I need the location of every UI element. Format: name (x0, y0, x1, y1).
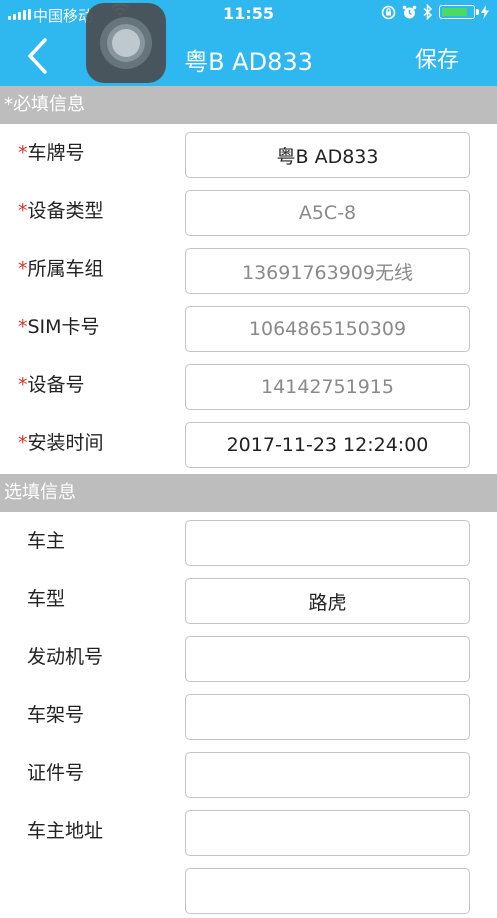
alarm-icon (402, 5, 417, 18)
status-icons (381, 4, 489, 20)
status-bar: 中国移动 11:55 (0, 0, 497, 28)
required-marker: * (18, 316, 28, 338)
required-field-row: *车牌号 粤B AD833 (0, 124, 497, 182)
field-label-text: 设备号 (27, 374, 85, 396)
optional-section-header: 选填信息 (0, 474, 497, 512)
field-input[interactable]: 1064865150309 (185, 306, 470, 352)
required-field-row: *设备类型 A5C-8 (0, 182, 497, 240)
optional-field-row: 车型 路虎 (0, 570, 497, 628)
field-label-text: 所属车组 (27, 258, 104, 280)
field-value: 路虎 (308, 591, 347, 614)
field-input[interactable]: 14142751915 (185, 364, 470, 410)
bluetooth-icon (423, 4, 433, 20)
assistive-touch-icon[interactable] (86, 3, 166, 83)
field-input[interactable]: 13691763909无线 (185, 248, 470, 294)
optional-field-row: 车主地址 (0, 802, 497, 860)
field-input[interactable]: 2017-11-23 12:24:00 (185, 422, 470, 468)
required-marker: * (18, 374, 28, 396)
required-field-row: *设备号 14142751915 (0, 356, 497, 414)
required-section-title: *必填信息 (4, 94, 85, 115)
field-input[interactable] (185, 520, 470, 566)
required-marker: * (18, 142, 28, 164)
field-label-text: 车牌号 (27, 142, 85, 164)
field-value: 13691763909无线 (242, 261, 413, 284)
field-input[interactable] (185, 868, 470, 914)
field-label: 车主 (27, 530, 66, 552)
required-field-row: *所属车组 13691763909无线 (0, 240, 497, 298)
required-marker: * (18, 432, 28, 454)
field-label: *设备号 (18, 370, 85, 397)
field-label: 车架号 (27, 704, 85, 726)
required-field-row: *安装时间 2017-11-23 12:24:00 (0, 414, 497, 472)
field-value: 粤B AD833 (276, 145, 379, 168)
field-label: *所属车组 (18, 254, 104, 281)
battery-level (442, 8, 467, 16)
required-field-row: *SIM卡号 1064865150309 (0, 298, 497, 356)
orientation-lock-icon (381, 5, 396, 19)
field-label-text: SIM卡号 (27, 316, 100, 338)
battery-icon (439, 5, 479, 19)
field-label: *设备类型 (18, 196, 104, 223)
optional-field-row: 证件号 (0, 744, 497, 802)
field-label-text: 安装时间 (27, 432, 104, 454)
field-value: A5C-8 (298, 202, 357, 224)
field-label: *SIM卡号 (18, 312, 100, 339)
field-input[interactable] (185, 636, 470, 682)
field-input[interactable]: 粤B AD833 (185, 132, 470, 178)
save-button[interactable]: 保存 (415, 42, 459, 74)
required-marker: * (18, 200, 28, 222)
field-label: 车型 (27, 588, 66, 610)
field-label: *安装时间 (18, 428, 104, 455)
optional-field-row (0, 860, 497, 918)
required-section-header: *必填信息 (0, 86, 497, 124)
charging-icon (481, 5, 489, 19)
optional-section-title: 选填信息 (4, 482, 76, 503)
field-label: *车牌号 (18, 138, 85, 165)
navigation-bar: 中国移动 11:55 粤B AD833 保存 (0, 0, 497, 86)
field-label: 证件号 (27, 762, 85, 784)
optional-field-row: 发动机号 (0, 628, 497, 686)
field-label: 车主地址 (27, 820, 104, 842)
field-label-text: 设备类型 (27, 200, 104, 222)
field-input[interactable] (185, 694, 470, 740)
field-input[interactable] (185, 752, 470, 798)
field-input[interactable] (185, 810, 470, 856)
optional-field-row: 车架号 (0, 686, 497, 744)
field-value: 2017-11-23 12:24:00 (226, 434, 429, 456)
field-value: 14142751915 (261, 376, 394, 398)
optional-field-row: 车主 (0, 512, 497, 570)
field-label: 发动机号 (27, 646, 104, 668)
field-input[interactable]: A5C-8 (185, 190, 470, 236)
field-input[interactable]: 路虎 (185, 578, 470, 624)
required-marker: * (18, 258, 28, 280)
field-value: 1064865150309 (248, 318, 407, 340)
